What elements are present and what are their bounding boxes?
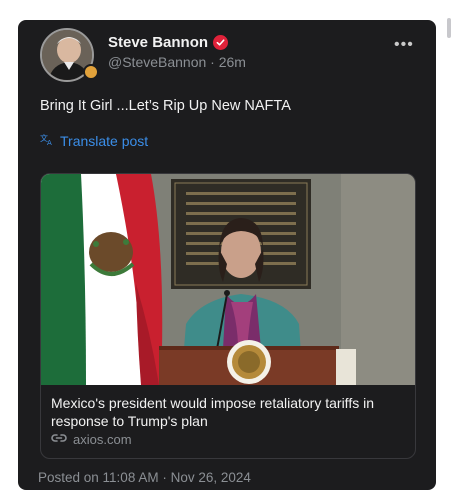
author-name[interactable]: Steve Bannon <box>108 34 208 51</box>
handle-row: @SteveBannon · 26m <box>108 54 246 70</box>
scrollbar-thumb[interactable] <box>447 18 451 38</box>
separator-dot: · <box>210 54 215 70</box>
more-icon[interactable]: ••• <box>394 36 414 54</box>
verified-icon <box>213 35 229 50</box>
link-icon <box>51 432 67 447</box>
link-headline: Mexico's president would impose retaliat… <box>51 395 374 429</box>
translate-label: Translate post <box>60 132 149 149</box>
scrollbar-track[interactable] <box>446 14 452 494</box>
post-card: Steve Bannon @SteveBannon · 26m ••• Brin… <box>18 20 436 490</box>
translate-post-link[interactable]: 文 A Translate post <box>40 132 148 149</box>
author-handle[interactable]: @SteveBannon <box>108 54 206 70</box>
translate-icon: 文 A <box>40 132 54 149</box>
link-domain-row: axios.com <box>51 432 132 447</box>
posted-timestamp[interactable]: Posted on 11:08 AM · Nov 26, 2024 <box>38 470 251 485</box>
link-preview-card[interactable]: Mexico's president would impose retaliat… <box>40 173 416 459</box>
post-text: Bring It Girl ...Let’s Rip Up New NAFTA <box>40 98 291 114</box>
article-image <box>41 174 415 385</box>
link-domain: axios.com <box>73 432 132 447</box>
relative-time[interactable]: 26m <box>219 54 246 70</box>
svg-text:A: A <box>47 139 52 146</box>
affiliate-badge-icon <box>83 64 99 80</box>
